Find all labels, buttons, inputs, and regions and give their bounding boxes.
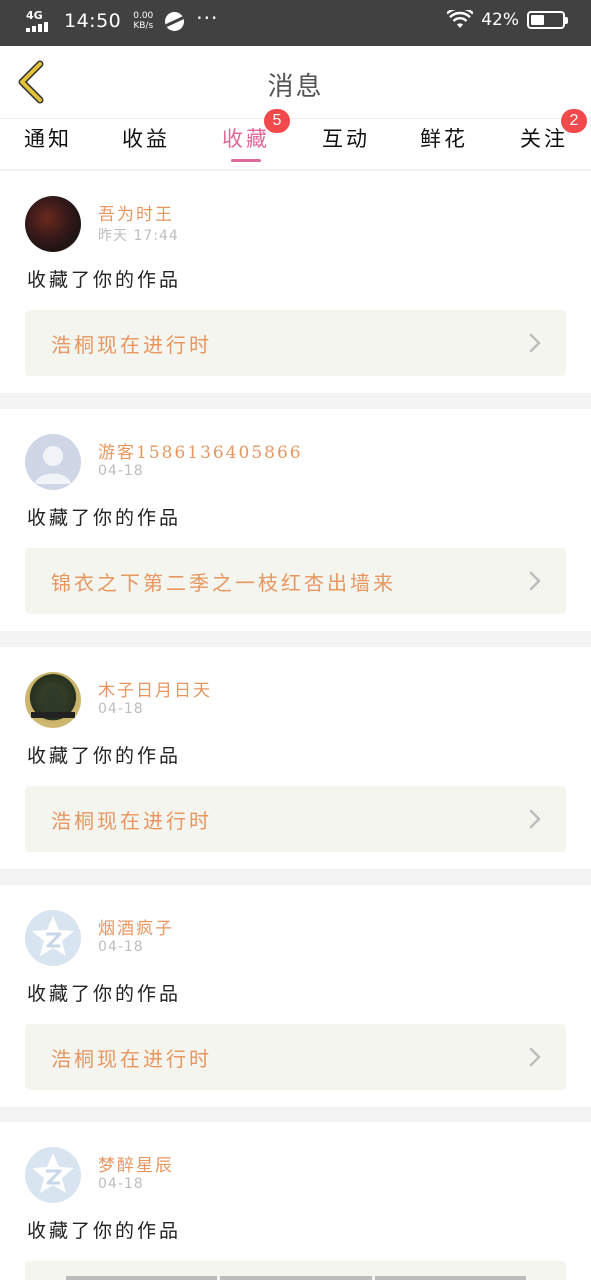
- action-text: 收藏了你的作品: [27, 983, 182, 1005]
- action-text: 收藏了你的作品: [27, 269, 182, 291]
- tab-label: 收藏: [222, 127, 270, 151]
- chevron-right-icon: [529, 809, 541, 829]
- tab-following[interactable]: 关注 2: [499, 109, 589, 171]
- network-type-label: 4G: [26, 9, 43, 22]
- active-tab-indicator: [231, 159, 261, 162]
- message-card: 木子日月日天 04-18 收藏了你的作品 浩桐现在进行时: [0, 647, 591, 869]
- work-title: 浩桐现在进行时: [51, 333, 212, 357]
- work-link[interactable]: 锦衣之下第二季之一枝红杏出墙来: [25, 548, 566, 614]
- battery-level: [531, 15, 544, 25]
- username[interactable]: 烟酒疯子: [98, 914, 174, 939]
- message-date: 昨天 17:44: [98, 228, 179, 244]
- tab-notifications[interactable]: 通知: [3, 119, 93, 171]
- user-avatar[interactable]: [25, 910, 81, 966]
- action-text: 收藏了你的作品: [27, 745, 182, 767]
- app-notification-icon: [165, 11, 185, 31]
- work-title: 锦衣之下第二季之一枝红杏出墙来: [51, 571, 396, 595]
- scroll-indicator: [66, 1276, 526, 1280]
- more-notifications-icon: ···: [196, 6, 219, 30]
- user-avatar[interactable]: [25, 434, 81, 490]
- work-title: 浩桐现在进行时: [51, 809, 212, 833]
- work-link[interactable]: 浩桐现在进行时: [25, 1024, 566, 1090]
- message-card: 烟酒疯子 04-18 收藏了你的作品 浩桐现在进行时: [0, 885, 591, 1107]
- unread-badge: 5: [264, 109, 290, 133]
- message-date: 04-18: [98, 1176, 144, 1192]
- network-speed-value: 0.00: [133, 11, 154, 21]
- default-person-icon: [35, 446, 71, 484]
- battery-icon: [527, 11, 568, 29]
- username[interactable]: 梦醉星辰: [98, 1151, 174, 1176]
- action-text: 收藏了你的作品: [27, 507, 182, 529]
- tab-flowers[interactable]: 鲜花: [399, 119, 489, 171]
- tab-bar: 通知 收益 收藏 5 互动 鲜花 关注 2: [0, 109, 591, 171]
- message-date: 04-18: [98, 701, 144, 717]
- wifi-icon: [447, 10, 474, 28]
- user-photo-icon: [31, 686, 75, 718]
- qq-avatar-icon: [32, 916, 74, 956]
- user-avatar[interactable]: [25, 196, 81, 252]
- battery-percent: 42%: [481, 10, 519, 30]
- message-card: 吾为时王 昨天 17:44 收藏了你的作品 浩桐现在进行时: [0, 171, 591, 393]
- status-left: 4G 14:50 0.00 KB/s ···: [26, 6, 219, 32]
- tab-label: 关注: [520, 127, 568, 151]
- work-link[interactable]: 浩桐现在进行时: [25, 786, 566, 852]
- message-date: 04-18: [98, 939, 144, 955]
- status-bar: 4G 14:50 0.00 KB/s ··· 42%: [0, 0, 591, 46]
- work-link[interactable]: 浩桐现在进行时: [25, 310, 566, 376]
- action-text: 收藏了你的作品: [27, 1220, 182, 1242]
- username[interactable]: 游客1586136405866: [98, 438, 303, 463]
- tab-label: 收益: [122, 127, 170, 151]
- tab-earnings[interactable]: 收益: [101, 119, 191, 171]
- qq-avatar-icon: [32, 1153, 74, 1193]
- work-link[interactable]: [25, 1261, 566, 1280]
- clock: 14:50: [64, 10, 122, 32]
- message-date: 04-18: [98, 463, 144, 479]
- chevron-right-icon: [529, 333, 541, 353]
- tab-label: 鲜花: [420, 127, 468, 151]
- work-title: 浩桐现在进行时: [51, 1047, 212, 1071]
- tab-favorites[interactable]: 收藏 5: [201, 109, 291, 171]
- message-card: 梦醉星辰 04-18 收藏了你的作品: [0, 1122, 591, 1280]
- cellular-signal-icon: 4G: [26, 10, 56, 32]
- network-speed: 0.00 KB/s: [129, 11, 157, 31]
- username[interactable]: 木子日月日天: [98, 676, 212, 701]
- user-avatar[interactable]: [25, 672, 81, 728]
- username[interactable]: 吾为时王: [98, 200, 174, 225]
- user-avatar[interactable]: [25, 1147, 81, 1203]
- tab-interactions[interactable]: 互动: [301, 119, 391, 171]
- message-card: 游客1586136405866 04-18 收藏了你的作品 锦衣之下第二季之一枝…: [0, 409, 591, 631]
- network-speed-unit: KB/s: [133, 21, 154, 31]
- page-title: 消息: [267, 72, 324, 102]
- chevron-right-icon: [529, 571, 541, 591]
- unread-badge: 2: [561, 109, 587, 133]
- tab-label: 通知: [24, 127, 72, 151]
- status-right: 42%: [447, 10, 568, 30]
- tab-label: 互动: [322, 127, 370, 151]
- header: 消息: [0, 46, 591, 118]
- chevron-right-icon: [529, 1047, 541, 1067]
